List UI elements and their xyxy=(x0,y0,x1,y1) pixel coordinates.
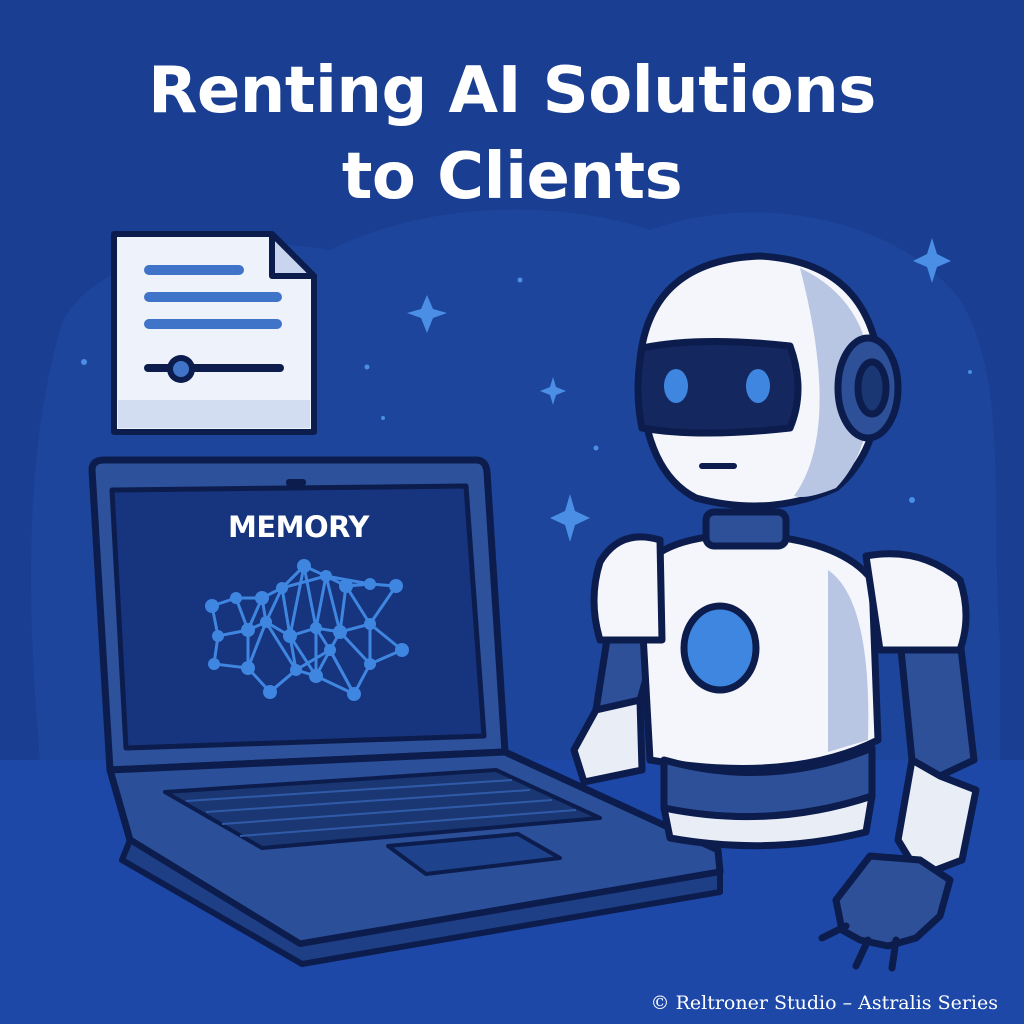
laptop-screen-label: MEMORY xyxy=(228,510,369,544)
title-line-2: to Clients xyxy=(341,140,683,214)
document-icon xyxy=(111,231,317,435)
credit-caption: © Reltroner Studio – Astralis Series xyxy=(650,992,998,1014)
title-line-1: Renting AI Solutions xyxy=(148,54,876,128)
page-title: Renting AI Solutions to Clients xyxy=(0,48,1024,220)
